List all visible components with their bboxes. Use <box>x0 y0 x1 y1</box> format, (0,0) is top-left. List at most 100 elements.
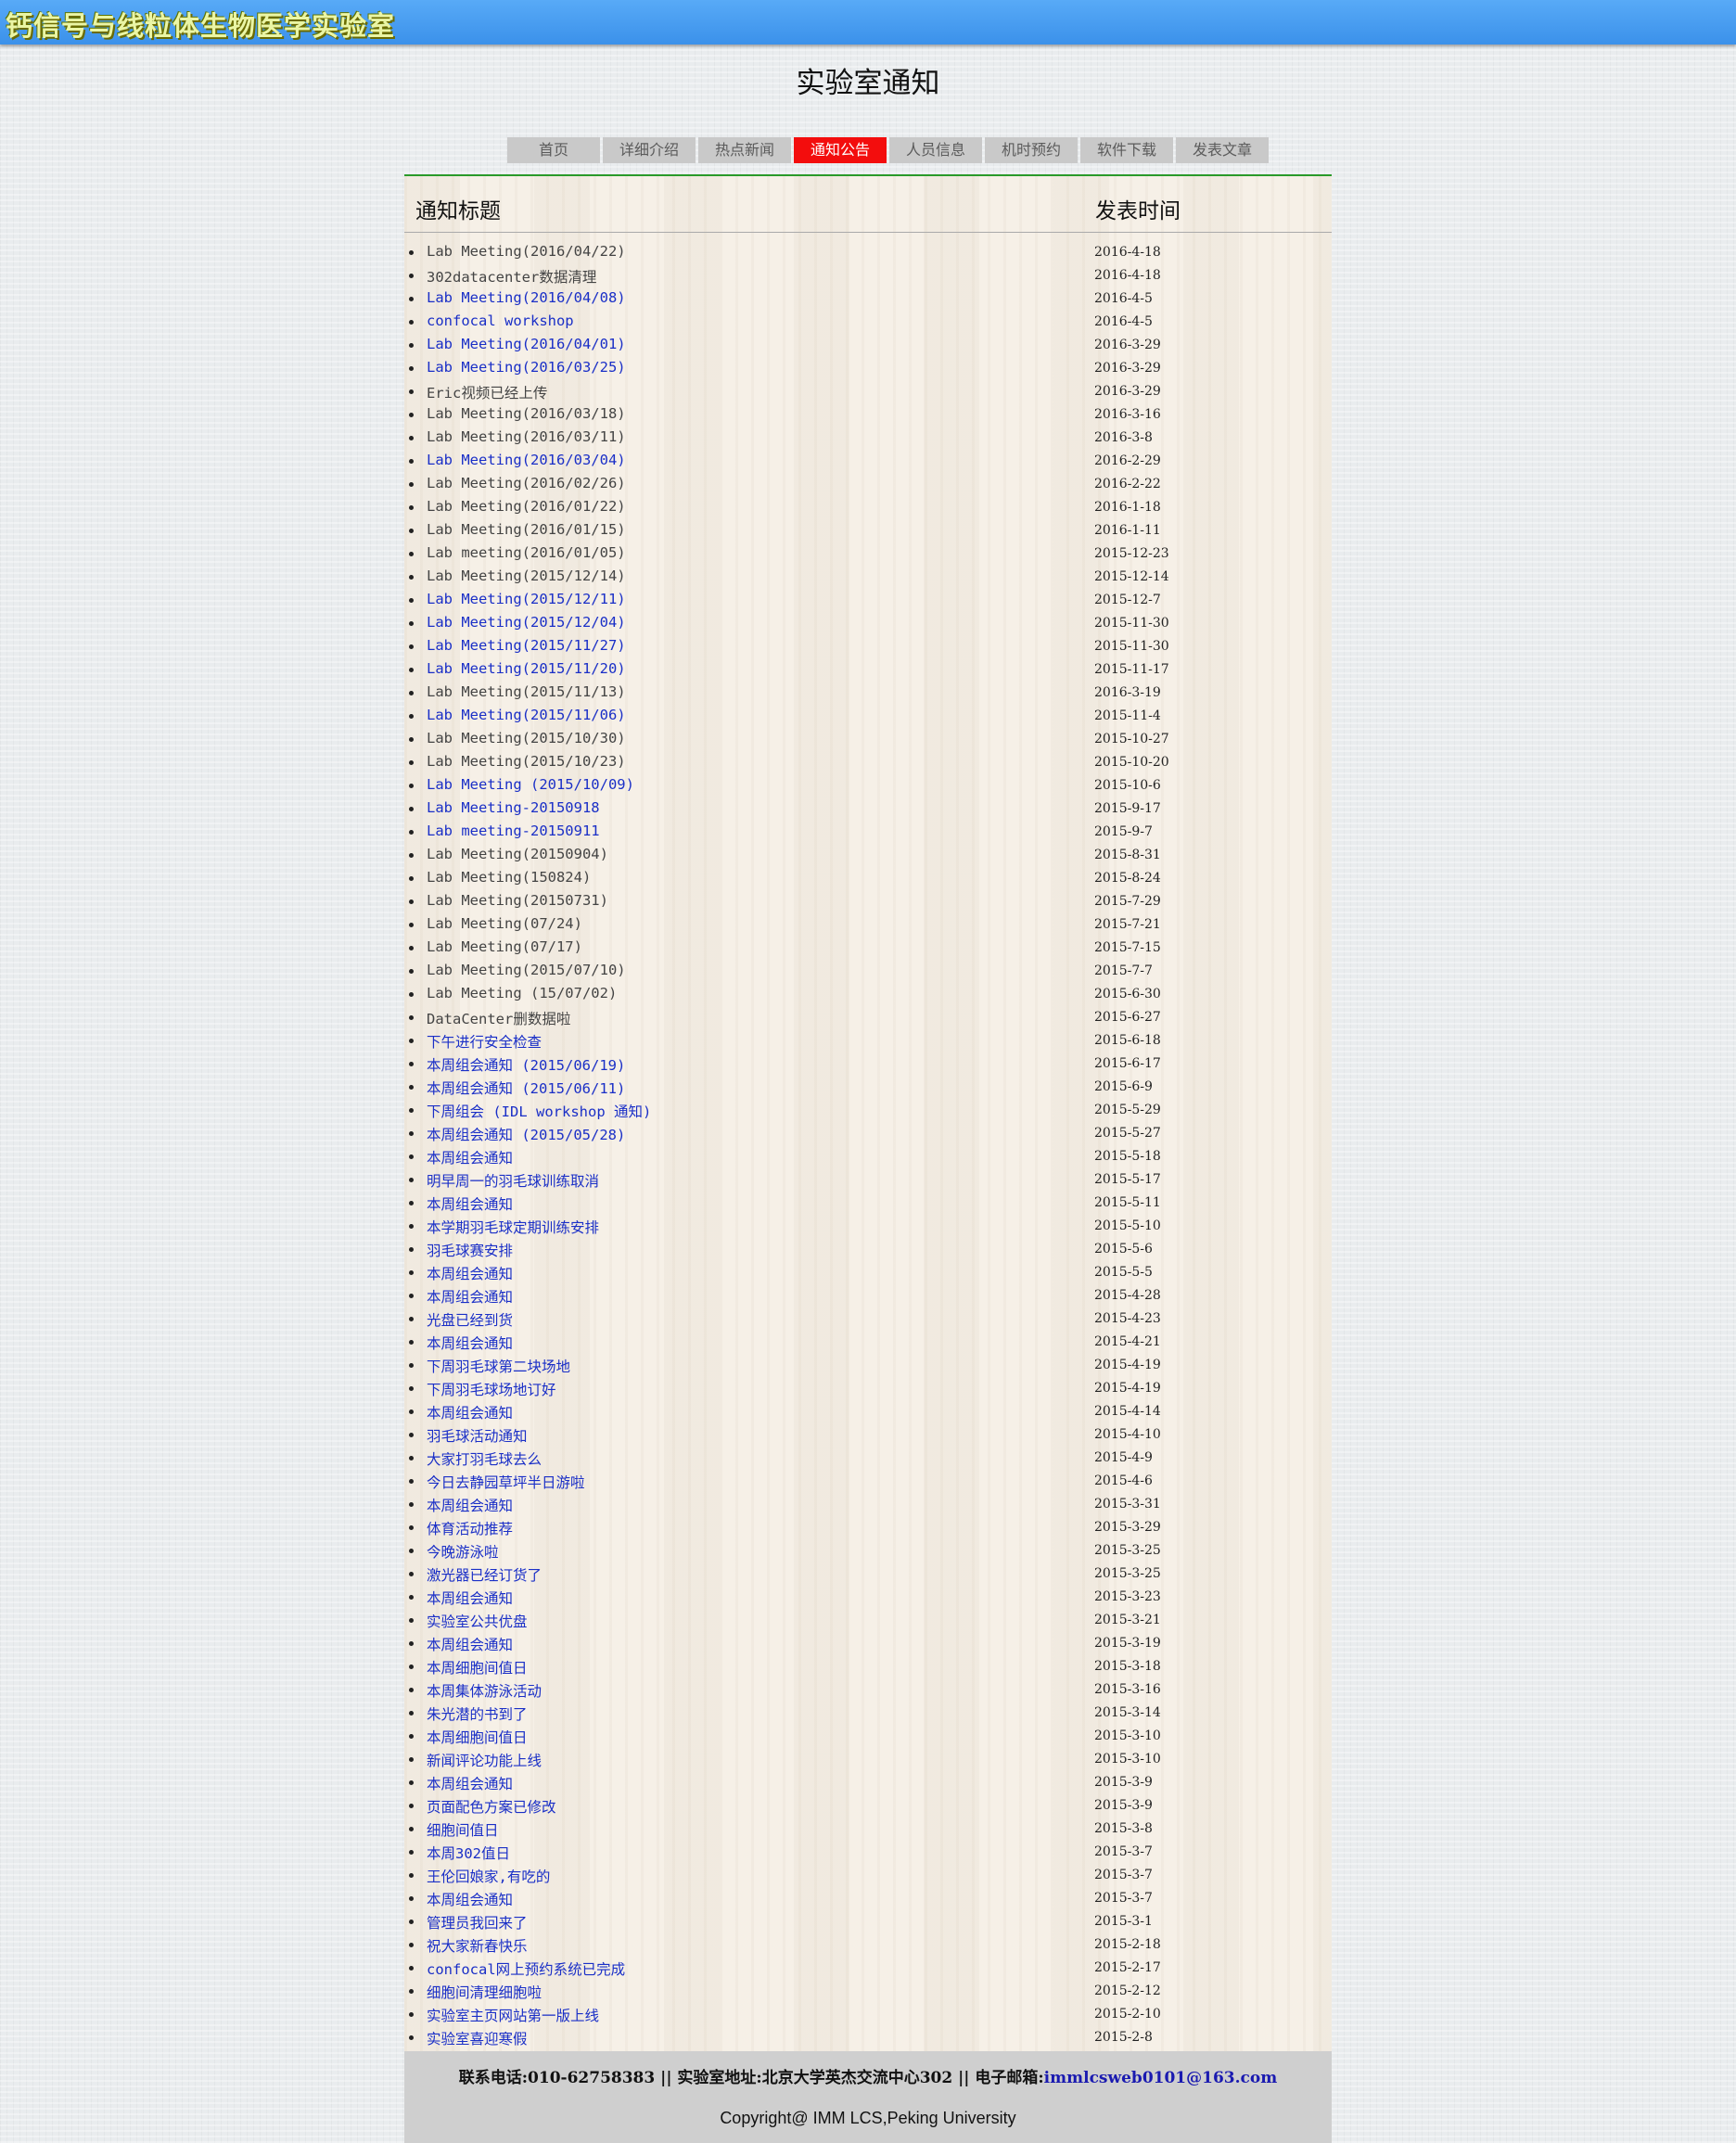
notice-title-link[interactable]: Lab Meeting(2015/12/04) <box>427 614 626 631</box>
bullet-icon <box>409 1224 414 1229</box>
bullet-icon <box>409 992 414 997</box>
notice-title-link[interactable]: 实验室主页网站第一版上线 <box>427 2005 599 2025</box>
notice-title-link[interactable]: Lab Meeting(2016/04/22) <box>427 243 626 260</box>
notice-title-link[interactable]: 下周羽毛球场地订好 <box>427 1379 556 1399</box>
notice-title-link[interactable]: 本周组会通知 <box>427 1588 513 1608</box>
notice-title-link[interactable]: 明早周一的羽毛球训练取消 <box>427 1170 599 1191</box>
notice-title-link[interactable]: 本周组会通知 (2015/06/11) <box>427 1078 625 1098</box>
notice-title-link[interactable]: Lab Meeting(07/17) <box>427 938 582 955</box>
notice-title-link[interactable]: 今日去静园草坪半日游啦 <box>427 1472 585 1492</box>
nav-tab[interactable]: 热点新闻 <box>698 137 791 163</box>
nav-tab[interactable]: 通知公告 <box>794 137 887 163</box>
notice-title-link[interactable]: 下周组会 (IDL workshop 通知) <box>427 1101 651 1121</box>
notice-title-link[interactable]: Lab Meeting(2016/03/04) <box>427 452 626 468</box>
notice-date: 2016-3-8 <box>1094 430 1153 445</box>
notice-title-link[interactable]: 本周组会通知 <box>427 1889 513 1909</box>
notice-title-link[interactable]: Lab meeting(2016/01/05) <box>427 544 626 561</box>
notice-title-link[interactable]: Lab Meeting(2016/02/26) <box>427 475 626 491</box>
notice-title-link[interactable]: Lab Meeting(2016/04/01) <box>427 336 626 352</box>
notice-title-link[interactable]: 下午进行安全检查 <box>427 1031 542 1052</box>
notice-title-link[interactable]: Lab meeting-20150911 <box>427 823 600 839</box>
nav-tab[interactable]: 软件下载 <box>1080 137 1173 163</box>
notice-title-link[interactable]: Lab Meeting(2015/10/23) <box>427 753 626 770</box>
notice-title-link[interactable]: Lab Meeting(150824) <box>427 869 591 886</box>
notice-title-link[interactable]: 管理员我回来了 <box>427 1912 528 1933</box>
notice-title-link[interactable]: Lab Meeting (15/07/02) <box>427 985 617 1001</box>
notice-title-link[interactable]: Lab Meeting(2016/01/15) <box>427 521 626 538</box>
notice-title-link[interactable]: confocal网上预约系统已完成 <box>427 1958 625 1979</box>
notice-title-link[interactable]: 本周组会通知 <box>427 1147 513 1167</box>
notice-title-link[interactable]: Lab Meeting(2015/12/14) <box>427 568 626 584</box>
notice-title-link[interactable]: 302datacenter数据清理 <box>427 266 596 287</box>
notice-date: 2016-4-18 <box>1094 268 1161 283</box>
notice-title-link[interactable]: Lab Meeting(2016/03/18) <box>427 405 626 422</box>
notice-title-link[interactable]: 本学期羽毛球定期训练安排 <box>427 1217 599 1237</box>
list-item: 302datacenter数据清理 2016-4-18 <box>404 264 1332 287</box>
notice-title-link[interactable]: 本周组会通知 <box>427 1773 513 1793</box>
list-item: 本周组会通知 2015-3-31 <box>404 1493 1332 1516</box>
bullet-icon <box>409 1270 414 1275</box>
notice-title-link[interactable]: 本周302值日 <box>427 1843 510 1863</box>
nav-tab[interactable]: 机时预约 <box>985 137 1078 163</box>
notice-title-link[interactable]: 祝大家新春快乐 <box>427 1935 528 1956</box>
notice-title-link[interactable]: 光盘已经到货 <box>427 1309 513 1330</box>
notice-title-link[interactable]: 王伦回娘家,有吃的 <box>427 1866 550 1886</box>
notice-title-link[interactable]: DataCenter删数据啦 <box>427 1008 570 1028</box>
notice-title-link[interactable]: 本周组会通知 <box>427 1333 513 1353</box>
notice-title-link[interactable]: 今晚游泳啦 <box>427 1541 499 1562</box>
notice-date: 2015-9-7 <box>1094 824 1153 839</box>
notice-title-link[interactable]: 本周组会通知 (2015/05/28) <box>427 1124 625 1144</box>
notice-title-link[interactable]: 实验室喜迎寒假 <box>427 2028 528 2048</box>
bullet-icon <box>409 1178 414 1182</box>
notice-title-link[interactable]: 大家打羽毛球去么 <box>427 1448 542 1469</box>
notice-title-link[interactable]: 本周细胞间值日 <box>427 1727 528 1747</box>
notice-title-link[interactable]: Lab Meeting(2015/11/20) <box>427 660 626 677</box>
notice-title-link[interactable]: Lab Meeting(2016/03/11) <box>427 428 626 445</box>
notice-title-link[interactable]: 实验室公共优盘 <box>427 1611 528 1631</box>
notice-title-link[interactable]: 细胞间清理细胞啦 <box>427 1982 542 2002</box>
notice-title-link[interactable]: Lab Meeting(2015/10/30) <box>427 730 626 746</box>
notice-title-link[interactable]: 朱光潜的书到了 <box>427 1703 528 1724</box>
notice-title-link[interactable]: Lab Meeting(2015/11/06) <box>427 707 626 723</box>
notice-title-link[interactable]: 本周组会通知 <box>427 1286 513 1307</box>
notice-title-link[interactable]: confocal workshop <box>427 313 574 329</box>
notice-title-link[interactable]: Lab Meeting (2015/10/09) <box>427 776 634 793</box>
notice-title-link[interactable]: Lab Meeting(2016/03/25) <box>427 359 626 376</box>
notice-title-link[interactable]: 羽毛球赛安排 <box>427 1240 513 1260</box>
notice-title-link[interactable]: Lab Meeting(2015/12/11) <box>427 591 626 607</box>
notice-title-link[interactable]: 细胞间值日 <box>427 1819 499 1840</box>
notice-title-link[interactable]: 本周组会通知 <box>427 1495 513 1515</box>
footer-email-link[interactable]: immlcsweb0101@163.com <box>1044 2069 1278 2087</box>
notice-title-link[interactable]: Lab Meeting(07/24) <box>427 915 582 932</box>
notice-title-link[interactable]: 本周组会通知 <box>427 1402 513 1422</box>
notice-title-link[interactable]: Lab Meeting(2015/11/13) <box>427 683 626 700</box>
notice-title-link[interactable]: 本周集体游泳活动 <box>427 1680 542 1701</box>
notice-title-link[interactable]: 本周组会通知 <box>427 1263 513 1283</box>
nav-tab[interactable]: 详细介绍 <box>603 137 696 163</box>
nav-tab[interactable]: 首页 <box>507 137 600 163</box>
notice-date: 2015-8-24 <box>1094 871 1161 886</box>
notice-title-link[interactable]: Lab Meeting(2016/04/08) <box>427 289 626 306</box>
notice-title-link[interactable]: 页面配色方案已修改 <box>427 1796 556 1817</box>
notice-title-link[interactable]: Lab Meeting-20150918 <box>427 799 600 816</box>
notice-title-link[interactable]: 本周细胞间值日 <box>427 1657 528 1677</box>
notice-title-link[interactable]: Eric视频已经上传 <box>427 382 547 402</box>
site-title: 钙信号与线粒体生物医学实验室 <box>6 10 396 42</box>
nav-tab[interactable]: 人员信息 <box>889 137 982 163</box>
notice-title-link[interactable]: 体育活动推荐 <box>427 1518 513 1538</box>
notice-title-link[interactable]: 激光器已经订货了 <box>427 1564 542 1585</box>
notice-date: 2015-6-17 <box>1094 1056 1161 1071</box>
notice-title-link[interactable]: Lab Meeting(2016/01/22) <box>427 498 626 515</box>
notice-title-link[interactable]: Lab Meeting(2015/11/27) <box>427 637 626 654</box>
notice-title-link[interactable]: 下周羽毛球第二块场地 <box>427 1356 570 1376</box>
notice-title-link[interactable]: Lab Meeting(2015/07/10) <box>427 962 626 978</box>
notice-title-link[interactable]: 本周组会通知 <box>427 1634 513 1654</box>
notice-title-link[interactable]: 新闻评论功能上线 <box>427 1750 542 1770</box>
notice-title-link[interactable]: 本周组会通知 <box>427 1193 513 1214</box>
notice-title-link[interactable]: Lab Meeting(20150904) <box>427 846 608 862</box>
notice-title-link[interactable]: Lab Meeting(20150731) <box>427 892 608 909</box>
notice-title-link[interactable]: 羽毛球活动通知 <box>427 1425 528 1446</box>
nav-tab[interactable]: 发表文章 <box>1176 137 1269 163</box>
notice-title-link[interactable]: 本周组会通知 (2015/06/19) <box>427 1054 625 1075</box>
bullet-icon <box>409 1665 414 1669</box>
